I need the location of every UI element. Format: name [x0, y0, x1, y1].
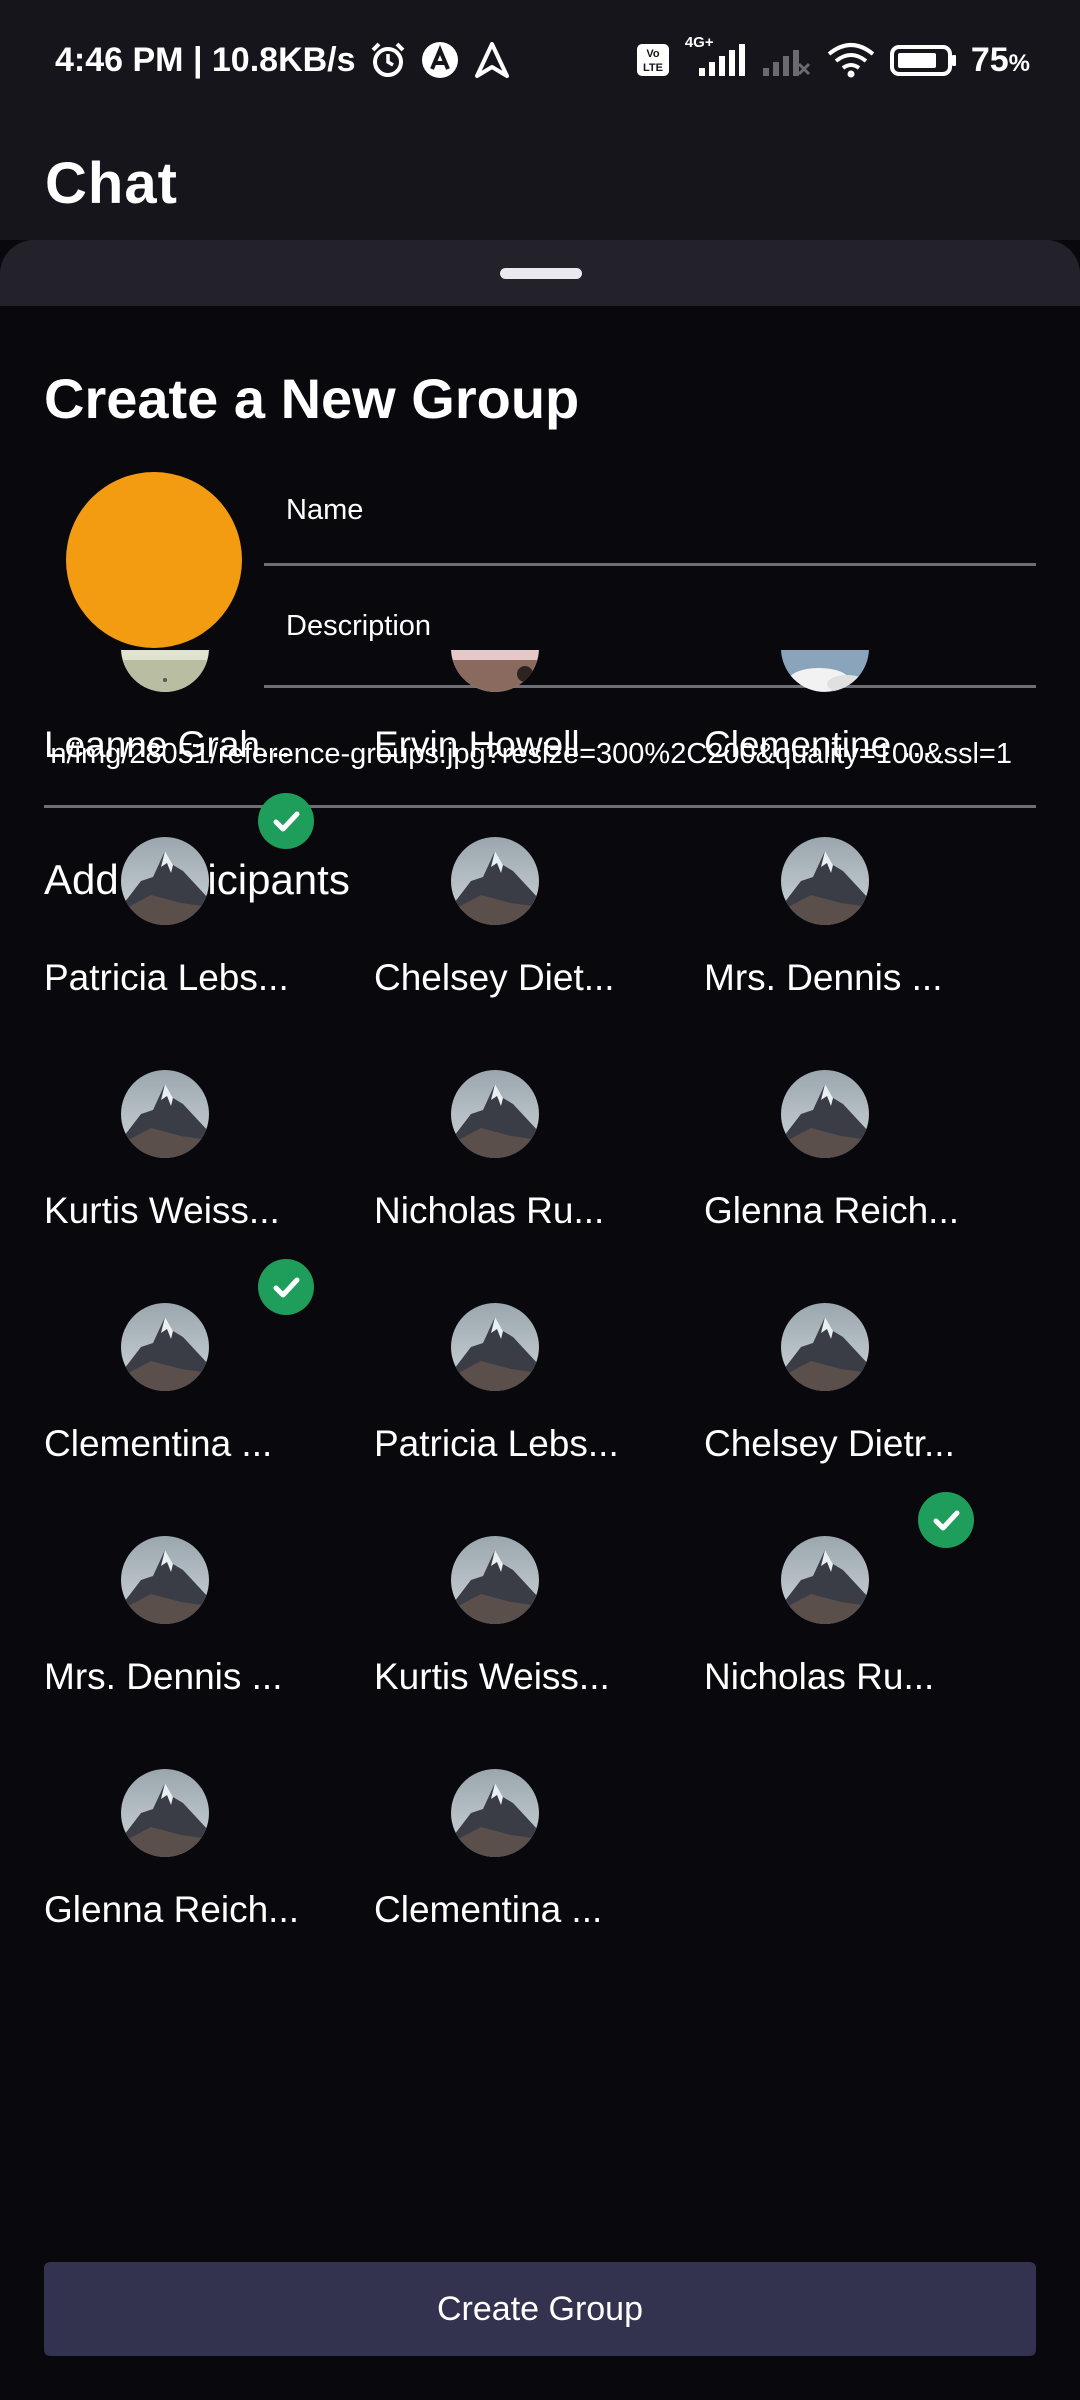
description-field-label: Description	[286, 610, 432, 642]
participant-item[interactable]: Ervin Howell	[330, 650, 660, 837]
participant-item[interactable]: Glenna Reich...	[0, 1769, 330, 2002]
participant-name: Kurtis Weiss...	[44, 1190, 280, 1231]
participant-item[interactable]: Nicholas Ru...	[660, 1492, 990, 1769]
participant-name: Mrs. Dennis ...	[44, 1656, 283, 1697]
participant-item[interactable]: Patricia Lebs...	[0, 793, 330, 1070]
participant-avatar	[451, 1303, 539, 1391]
app-a-icon	[420, 40, 460, 80]
participant-name: Mrs. Dennis ...	[704, 957, 943, 998]
participant-avatar	[781, 1303, 869, 1391]
drag-handle[interactable]	[500, 268, 582, 279]
participant-avatar	[451, 837, 539, 925]
participant-avatar	[451, 1070, 539, 1158]
participant-item[interactable]: Clementina ...	[0, 1259, 330, 1536]
participants-grid[interactable]: Leanne Grah... Ervin Howell Clementine ...…	[0, 650, 1080, 2240]
volte-icon: Vo LTE	[635, 42, 671, 78]
status-time: 4:46 PM | 10.8KB/s	[55, 40, 356, 79]
participant-avatar	[121, 837, 209, 925]
sheet-title: Create a New Group	[44, 367, 580, 430]
svg-text:LTE: LTE	[643, 62, 663, 74]
sheet-top[interactable]	[0, 240, 1080, 306]
participant-name: Clementine ...	[704, 724, 933, 765]
participant-name: Chelsey Diet...	[374, 957, 615, 998]
svg-text:Vo: Vo	[646, 48, 660, 60]
participant-item[interactable]: Clementine ...	[660, 650, 990, 837]
selected-check-icon	[258, 1259, 314, 1315]
battery-level: 75%	[970, 40, 1030, 79]
signal-off-icon	[761, 40, 813, 80]
network-type-label: 4G+	[684, 34, 714, 51]
participant-avatar	[121, 1769, 209, 1857]
wifi-icon	[825, 40, 877, 80]
name-field-label: Name	[286, 494, 364, 526]
create-group-button[interactable]: Create Group	[44, 2262, 1036, 2356]
participant-item[interactable]: Chelsey Diet...	[330, 837, 660, 1070]
participant-avatar	[781, 1070, 869, 1158]
participant-name: Chelsey Dietr...	[704, 1423, 955, 1464]
name-field[interactable]: Name	[264, 472, 1036, 566]
participant-item[interactable]: Patricia Lebs...	[330, 1303, 660, 1536]
participant-avatar	[121, 650, 209, 692]
participant-avatar	[451, 1536, 539, 1624]
participant-item[interactable]: Glenna Reich...	[660, 1070, 990, 1303]
participant-name: Ervin Howell	[374, 724, 580, 765]
selected-check-icon	[258, 793, 314, 849]
navigation-icon	[472, 40, 512, 80]
participant-name: Kurtis Weiss...	[374, 1656, 610, 1697]
participant-avatar	[781, 650, 869, 692]
participant-name: Patricia Lebs...	[44, 957, 289, 998]
participant-item[interactable]: Kurtis Weiss...	[330, 1536, 660, 1769]
participant-avatar	[451, 650, 539, 692]
participant-avatar	[781, 837, 869, 925]
participant-name: Leanne Grah...	[44, 724, 291, 765]
selected-check-icon	[918, 1492, 974, 1548]
participant-item[interactable]: Mrs. Dennis ...	[0, 1536, 330, 1769]
participant-item[interactable]: Mrs. Dennis ...	[660, 837, 990, 1070]
participant-item[interactable]: Clementina ...	[330, 1769, 660, 2002]
participant-item[interactable]: Nicholas Ru...	[330, 1070, 660, 1303]
app-header: Chat	[0, 120, 1080, 240]
participant-avatar	[451, 1769, 539, 1857]
participant-name: Clementina ...	[374, 1889, 603, 1930]
alarm-icon	[368, 40, 408, 80]
participant-avatar	[121, 1303, 209, 1391]
participant-avatar	[781, 1536, 869, 1624]
participant-name: Nicholas Ru...	[704, 1656, 935, 1697]
participant-name: Patricia Lebs...	[374, 1423, 619, 1464]
battery-icon	[889, 42, 959, 78]
group-avatar[interactable]	[66, 472, 242, 648]
signal-icon: 4G+	[683, 34, 749, 80]
participant-avatar	[121, 1536, 209, 1624]
participant-name: Glenna Reich...	[704, 1190, 960, 1231]
participant-name: Nicholas Ru...	[374, 1190, 605, 1231]
page-title: Chat	[45, 151, 178, 216]
status-bar: 4:46 PM | 10.8KB/s Vo LTE 4G+ 75%	[0, 0, 1080, 120]
participant-avatar	[121, 1070, 209, 1158]
participant-name: Clementina ...	[44, 1423, 273, 1464]
participant-name: Glenna Reich...	[44, 1889, 300, 1930]
